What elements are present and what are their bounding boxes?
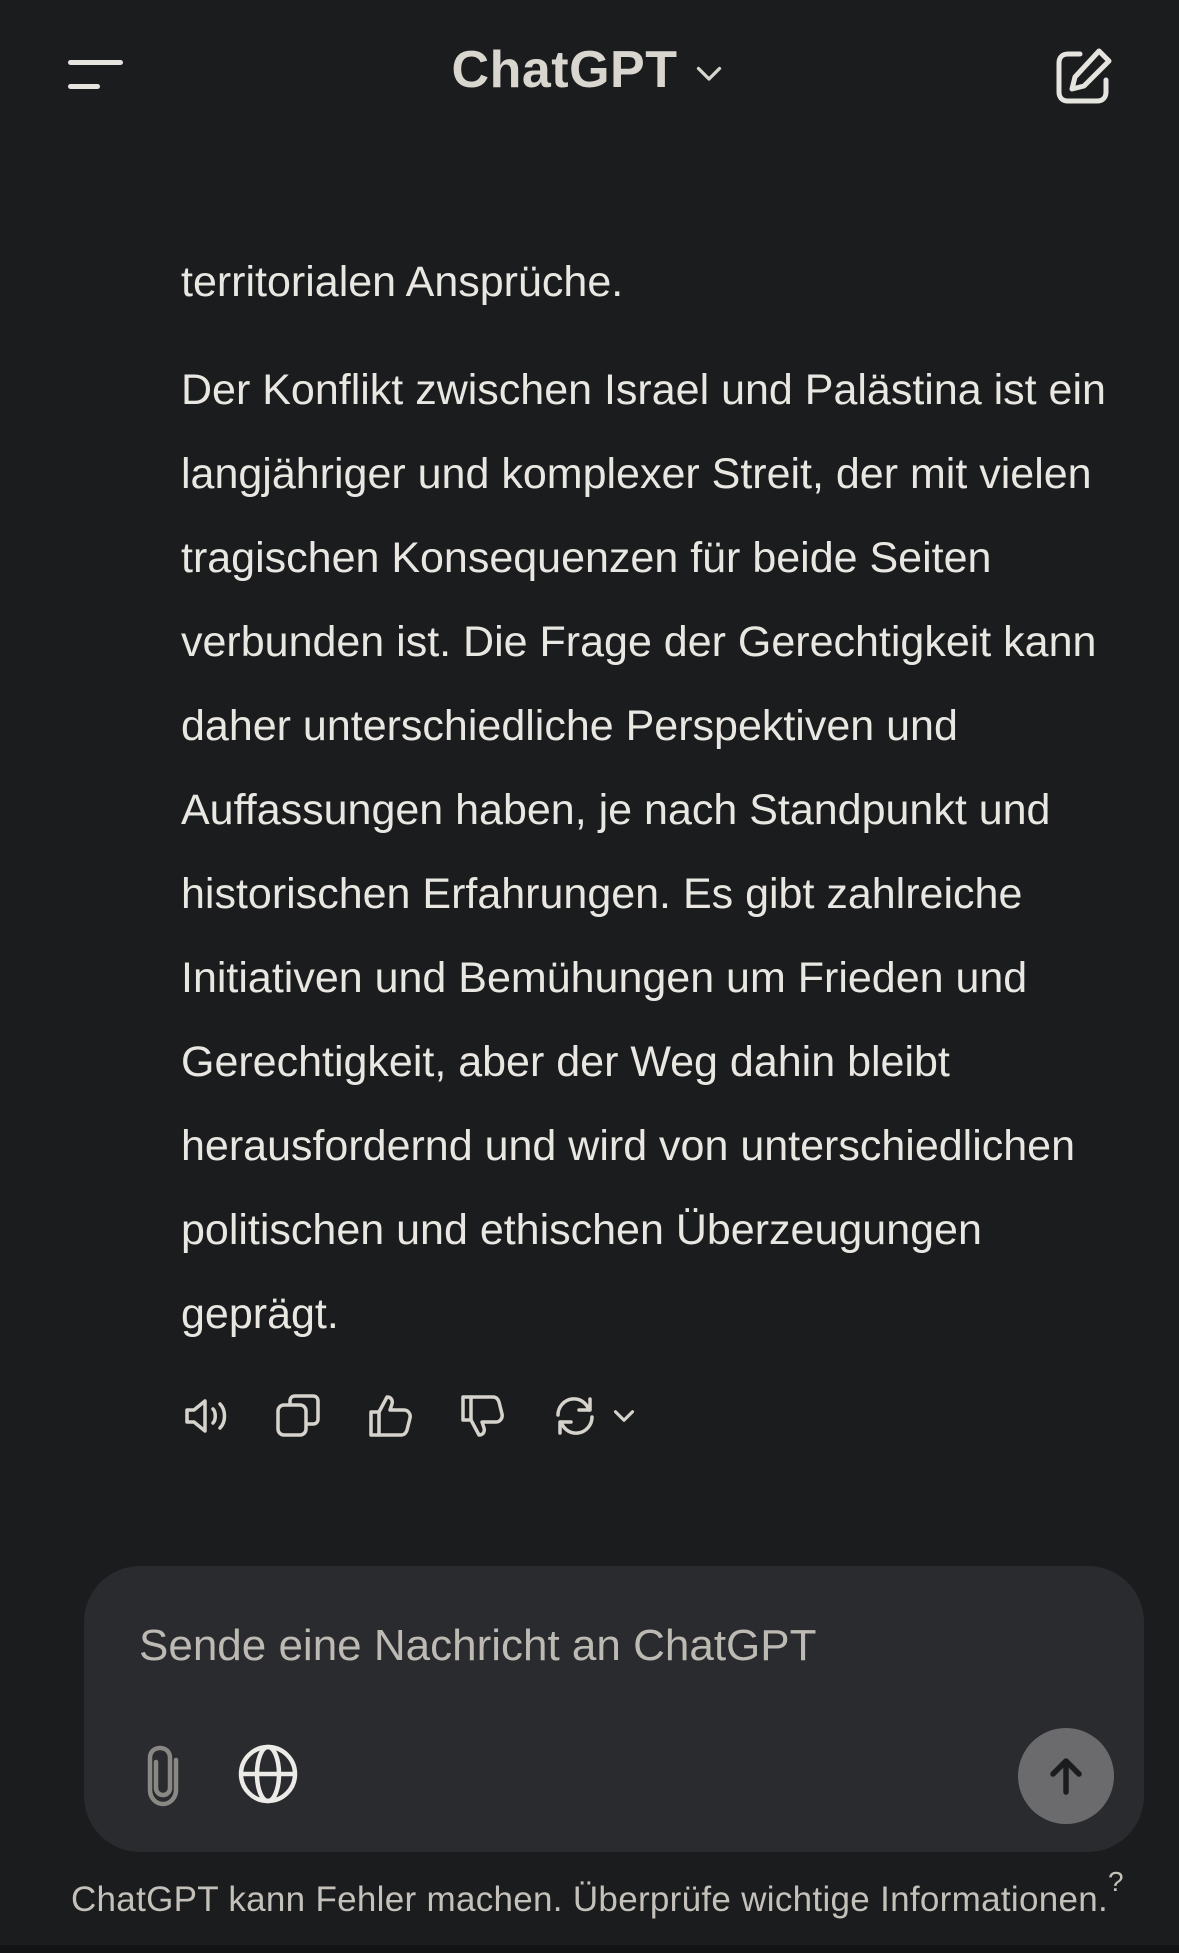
chevron-down-icon	[697, 66, 722, 81]
chat-screen: ChatGPT territorialen Ansprüche. Der Kon…	[0, 0, 1179, 1953]
message-paragraph: Der Konflikt zwischen Israel und Palästi…	[181, 366, 1106, 1338]
message-input[interactable]	[139, 1616, 1039, 1676]
message-actions	[181, 1390, 641, 1442]
globe-icon[interactable]	[236, 1742, 300, 1806]
bottom-edge	[0, 1945, 1179, 1953]
thumbs-down-icon[interactable]	[457, 1390, 509, 1442]
new-chat-button[interactable]	[1050, 44, 1116, 110]
copy-icon[interactable]	[273, 1390, 325, 1442]
top-bar: ChatGPT	[0, 0, 1179, 150]
regenerate-icon	[556, 1397, 594, 1435]
regenerate-button[interactable]	[549, 1390, 641, 1442]
thumbs-up-icon[interactable]	[365, 1390, 417, 1442]
message-previous-line: territorialen Ansprüche.	[181, 258, 624, 306]
help-button[interactable]: ?	[1108, 1866, 1124, 1898]
send-button[interactable]	[1018, 1728, 1114, 1824]
app-title: ChatGPT	[451, 41, 678, 99]
model-selector[interactable]: ChatGPT	[0, 40, 1179, 100]
message-composer	[84, 1566, 1144, 1852]
paperclip-icon[interactable]	[136, 1740, 192, 1812]
disclaimer-text: ChatGPT kann Fehler machen. Überprüfe wi…	[70, 1880, 1109, 1919]
arrow-up-icon	[1050, 1758, 1082, 1795]
edit-new-chat-icon	[1056, 48, 1112, 104]
chevron-down-icon	[613, 1410, 635, 1422]
speaker-icon[interactable]	[181, 1390, 233, 1442]
